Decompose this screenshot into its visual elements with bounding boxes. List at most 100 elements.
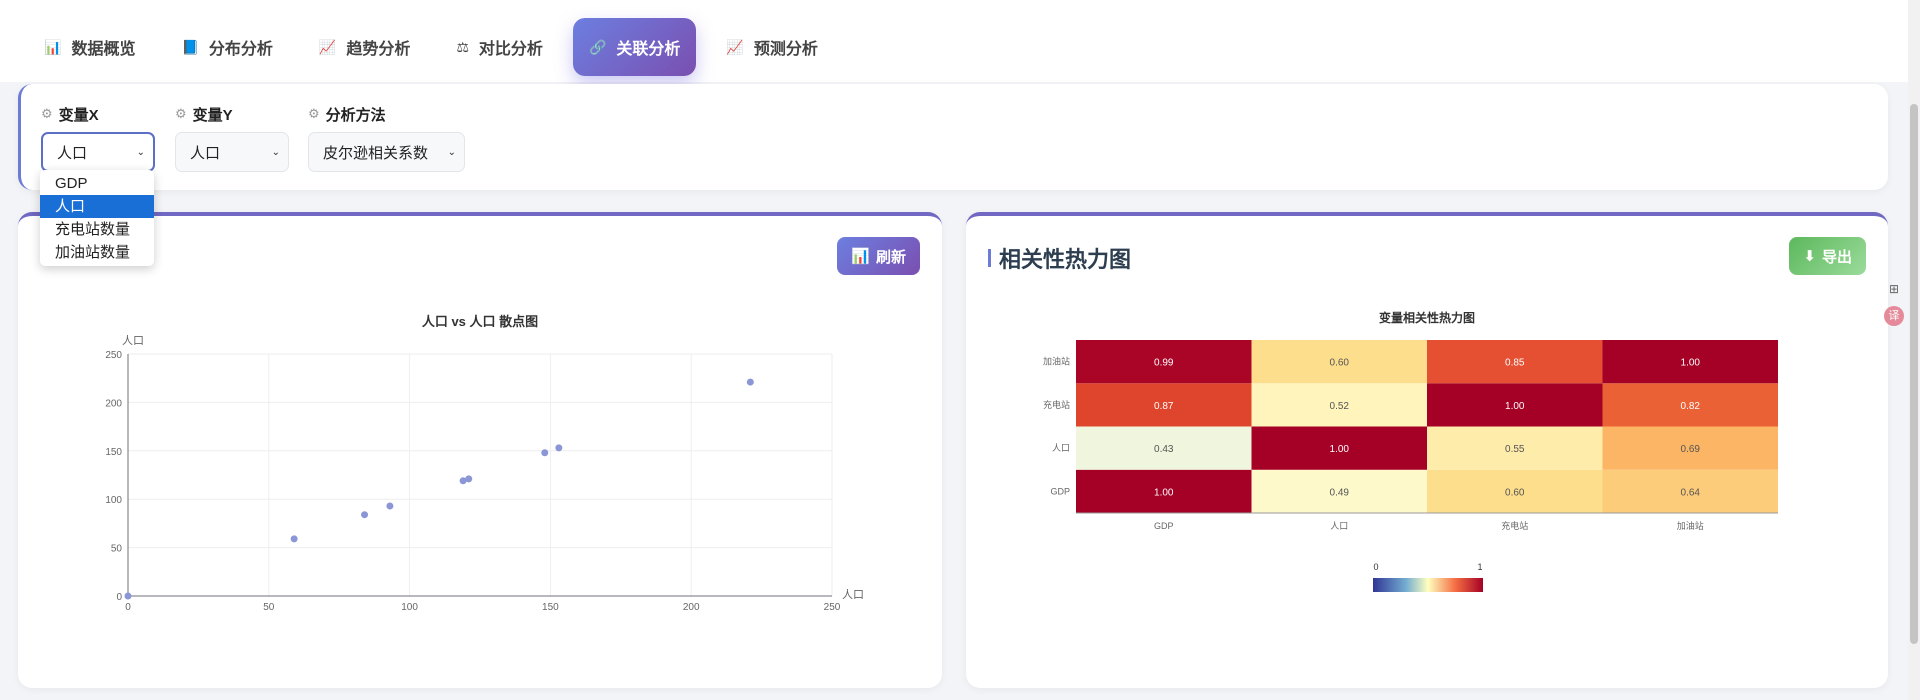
tab-label: 分布分析 [208, 41, 273, 58]
tab-icon: 📘 [181, 38, 199, 55]
cell-value: 0.64 [1681, 487, 1701, 498]
variable-x-select[interactable]: 人口 ⌄ [41, 132, 155, 172]
cell-value: 0.87 [1154, 401, 1174, 412]
tab-2[interactable]: 📈 趋势分析 [303, 18, 426, 76]
x-category-label: 充电站 [1501, 520, 1528, 531]
tab-icon: ⚖ [456, 38, 469, 55]
cell-value: 0.69 [1681, 444, 1701, 455]
control-panel: ⚙ 变量X 人口 ⌄ ⚙ 变量Y 人口 ⌄ ⚙ 分析方法 皮尔逊相关系数 ⌄ [18, 84, 1888, 190]
translate-icon[interactable]: 译 [1884, 306, 1904, 326]
scatter-point [386, 502, 394, 510]
dropdown-option[interactable]: 充电站数量 [40, 218, 154, 241]
method-field: ⚙ 分析方法 皮尔逊相关系数 ⌄ [308, 102, 465, 172]
x-tick-label: 0 [125, 602, 131, 613]
variable-x-value: 人口 [57, 144, 88, 162]
variable-x-field: ⚙ 变量X 人口 ⌄ [41, 102, 155, 172]
x-tick-label: 50 [263, 602, 275, 613]
tab-5[interactable]: 📈 预测分析 [710, 18, 833, 76]
tab-icon: 📈 [318, 38, 337, 55]
y-axis-label: 人口 [122, 334, 144, 347]
tab-label: 趋势分析 [346, 41, 411, 58]
visual-map-bar [1373, 578, 1483, 592]
tab-label: 对比分析 [478, 41, 543, 58]
cell-value: 1.00 [1154, 487, 1174, 498]
cell-value: 0.60 [1330, 358, 1350, 369]
scatter-point [290, 535, 298, 543]
tab-4[interactable]: 🔗 关联分析 [572, 18, 697, 76]
variable-y-label: 变量Y [192, 106, 233, 124]
cell-value: 0.52 [1330, 401, 1350, 412]
x-category-label: GDP [1154, 521, 1174, 531]
y-tick-label: 50 [111, 544, 123, 555]
gear-icon: ⚙ [175, 106, 187, 121]
dropdown-option[interactable]: 人口 [40, 195, 154, 218]
grid-tool-icon[interactable]: ⊞ [1889, 282, 1899, 296]
x-tick-label: 200 [683, 602, 700, 613]
tab-icon: 📊 [44, 38, 62, 55]
cell-value: 0.60 [1505, 487, 1525, 498]
dropdown-option[interactable]: 加油站数量 [40, 241, 154, 264]
tab-1[interactable]: 📘 分布分析 [165, 18, 288, 76]
variable-x-label: 变量X [58, 106, 99, 124]
variable-x-dropdown: GDP 人口 充电站数量 加油站数量 [40, 170, 154, 266]
scatter-point [541, 449, 549, 457]
dropdown-option[interactable]: GDP [40, 172, 154, 195]
x-category-label: 加油站 [1677, 520, 1704, 531]
y-tick-label: 250 [105, 350, 122, 361]
visual-map-min: 0 [1373, 562, 1378, 572]
top-nav: 📊 数据概览 📘 分布分析 📈 趋势分析 ⚖ 对比分析 🔗 关联分析 📈 预测分析 [0, 0, 1908, 82]
y-category-label: 加油站 [1043, 356, 1070, 367]
cell-value: 0.43 [1154, 444, 1174, 455]
cell-value: 1.00 [1505, 401, 1525, 412]
scatter-point [124, 592, 132, 600]
side-tools: ⊞ 译 [1882, 282, 1906, 342]
y-tick-label: 0 [116, 592, 122, 603]
y-category-label: 充电站 [1043, 399, 1070, 410]
chevron-down-icon: ⌄ [271, 146, 280, 158]
tab-3[interactable]: ⚖ 对比分析 [440, 18, 559, 76]
x-axis-label: 人口 [842, 588, 864, 601]
tab-label: 预测分析 [753, 41, 818, 58]
cell-value: 0.82 [1681, 401, 1701, 412]
gear-icon: ⚙ [41, 106, 53, 121]
tab-icon: 🔗 [588, 38, 607, 55]
cell-value: 0.55 [1505, 444, 1525, 455]
method-value: 皮尔逊相关系数 [323, 144, 429, 162]
method-label: 分析方法 [325, 106, 386, 124]
cell-value: 0.99 [1154, 358, 1174, 369]
variable-y-value: 人口 [190, 144, 221, 162]
visual-map-max: 1 [1477, 562, 1482, 572]
scatter-point [555, 444, 563, 452]
tab-icon: 📈 [726, 38, 744, 55]
x-tick-label: 100 [401, 602, 418, 613]
scrollbar[interactable] [1908, 0, 1920, 700]
scatter-card: 📊 刷新 人口 vs 人口 散点图 0 50 100 150 200 250 0 50 100 150… [18, 212, 942, 688]
x-category-label: 人口 [1330, 521, 1348, 531]
scatter-title: 人口 vs 人口 散点图 [422, 314, 538, 329]
y-tick-label: 200 [105, 398, 122, 409]
x-tick-label: 150 [542, 602, 559, 613]
y-tick-label: 100 [105, 495, 122, 506]
scatter-chart: 人口 vs 人口 散点图 0 50 100 150 200 250 0 50 100 150 200 2… [105, 314, 864, 613]
variable-y-select[interactable]: 人口 ⌄ [175, 132, 289, 172]
chevron-down-icon: ⌄ [447, 146, 456, 158]
scatter-point [361, 511, 369, 519]
scatter-point [465, 475, 473, 483]
y-category-label: 人口 [1052, 443, 1070, 453]
y-category-label: GDP [1050, 486, 1070, 496]
heatmap-chart: 变量相关性热力图 1.00 0.49 0.60 0.64 0.43 1.00 0.55 0.69… [1043, 310, 1778, 592]
cell-value: 1.00 [1681, 358, 1701, 369]
cell-value: 0.85 [1505, 358, 1525, 369]
heatmap-card: 相关性热力图 ⬇ 导出 变量相关性热力图 1.00 0.49 0.60 0.64 0.43 1… [966, 212, 1888, 688]
scatter-point [746, 378, 754, 386]
tab-label: 数据概览 [71, 41, 136, 58]
chevron-down-icon: ⌄ [136, 146, 145, 158]
cell-value: 0.49 [1330, 487, 1350, 498]
scrollbar-thumb[interactable] [1910, 104, 1918, 644]
cell-value: 1.00 [1330, 444, 1350, 455]
variable-y-field: ⚙ 变量Y 人口 ⌄ [175, 102, 289, 172]
gear-icon: ⚙ [308, 106, 320, 121]
heatmap-title: 变量相关性热力图 [1379, 310, 1475, 325]
method-select[interactable]: 皮尔逊相关系数 ⌄ [308, 132, 465, 172]
tab-0[interactable]: 📊 数据概览 [28, 18, 151, 76]
